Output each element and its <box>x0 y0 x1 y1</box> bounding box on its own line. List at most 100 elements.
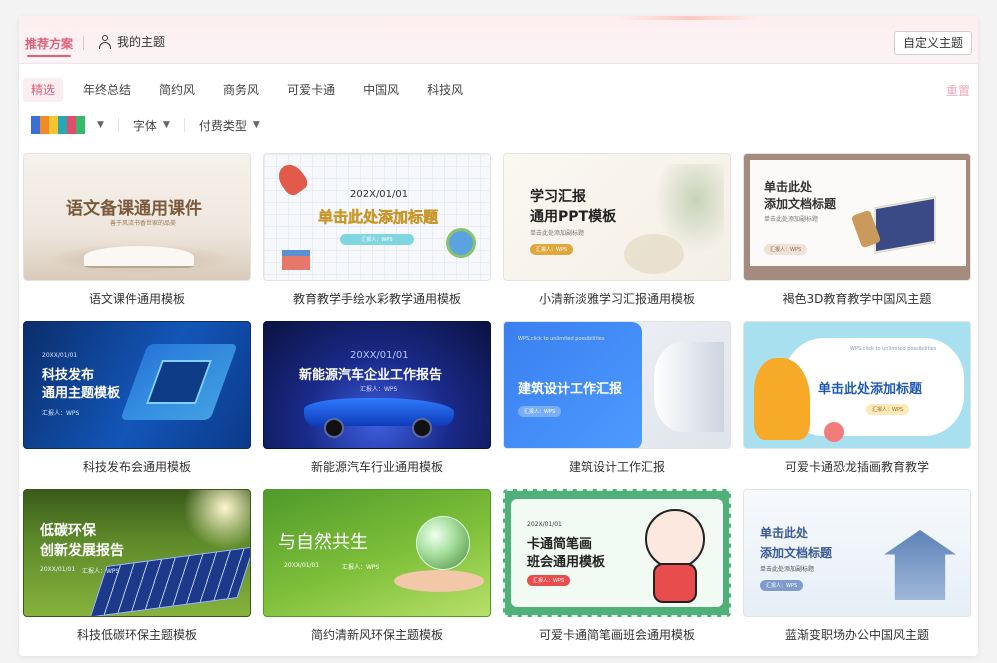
cartoon-character <box>645 509 705 569</box>
template-card[interactable]: 语文备课通用课件 善于风流书香世家的品美 语文课件通用模板 <box>23 153 251 306</box>
tab-divider <box>83 36 84 50</box>
pay-type-filter-chevron-down-icon[interactable]: ▼ <box>253 120 260 130</box>
template-caption[interactable]: 科技低碳环保主题模板 <box>23 626 251 643</box>
template-thumbnail[interactable]: 单击此处 添加文档标题 单击此处添加副标题 汇报人：WPS <box>743 153 971 281</box>
color-filter-chevron-down-icon[interactable]: ▼ <box>97 120 104 130</box>
color-swatch-green <box>76 116 85 134</box>
template-thumbnail[interactable]: 202X/01/01 卡通简笔画 班会通用模板 汇报人：WPS <box>503 489 731 617</box>
template-thumbnail[interactable]: 20XX/01/01 科技发布 通用主题模板 汇报人：WPS <box>23 321 251 449</box>
thumb-title: 单击此处 <box>760 526 809 540</box>
category-tab-year-end[interactable]: 年终总结 <box>75 78 139 102</box>
custom-theme-button[interactable]: 自定义主题 <box>893 31 972 55</box>
template-thumbnail[interactable]: 与自然共生 20XX/01/01 汇报人：WPS <box>263 489 491 617</box>
thumb-subtitle: 单击此处添加副标题 <box>764 216 819 223</box>
thumb-presenter: 汇报人：WPS <box>340 234 414 245</box>
category-tab-business[interactable]: 商务风 <box>215 78 267 102</box>
thumb-title-line2: 添加文档标题 <box>764 197 837 211</box>
template-card[interactable]: 202X/01/01 单击此处添加标题 汇报人：WPS 教育教学手绘水彩教学通用… <box>263 153 491 306</box>
template-caption[interactable]: 可爱卡通简笔画班会通用模板 <box>503 626 731 643</box>
template-card[interactable]: 与自然共生 20XX/01/01 汇报人：WPS 简约清新风环保主题模板 <box>263 489 491 642</box>
thumb-title: 低碳环保 <box>40 523 96 539</box>
thumb-date: 20XX/01/01 <box>350 350 409 361</box>
tab-my-themes[interactable]: 我的主题 <box>98 33 165 50</box>
theme-panel: 推荐方案 我的主题 自定义主题 精选 年终总结 简约风 商务风 可爱卡通 中国风… <box>19 16 978 656</box>
thumb-presenter: 汇报人：WPS <box>760 580 804 591</box>
thumb-title: 与自然共生 <box>278 532 368 553</box>
header-glow <box>619 16 759 20</box>
template-thumbnail[interactable]: WPS,click to unlimited possibilities 建筑设… <box>503 321 731 449</box>
thumb-title-line2: 班会通用模板 <box>527 555 606 570</box>
reset-button[interactable]: 重置 <box>946 82 970 99</box>
color-swatch-red <box>67 116 76 134</box>
thumb-date: 20XX/01/01 <box>42 352 78 359</box>
thumb-presenter: 汇报人：WPS <box>360 386 398 393</box>
thumb-date: 20XX/01/01 <box>40 566 76 573</box>
template-thumbnail[interactable]: 20XX/01/01 新能源汽车企业工作报告 汇报人：WPS <box>263 321 491 449</box>
hand-image <box>394 570 484 592</box>
category-tab-featured[interactable]: 精选 <box>23 78 64 102</box>
panel-header: 推荐方案 我的主题 自定义主题 <box>19 16 978 64</box>
template-card[interactable]: 20XX/01/01 科技发布 通用主题模板 汇报人：WPS 科技发布会通用模板 <box>23 321 251 474</box>
template-thumbnail[interactable]: 学习汇报 通用PPT模板 单击此处添加副标题 汇报人：WPS <box>503 153 731 281</box>
filter-bar: ▼ 字体 ▼ 付费类型 ▼ <box>31 115 260 135</box>
category-tab-chinese[interactable]: 中国风 <box>355 78 407 102</box>
template-caption[interactable]: 褐色3D教育教学中国风主题 <box>743 290 971 307</box>
template-caption[interactable]: 语文课件通用模板 <box>23 290 251 307</box>
category-tab-cartoon[interactable]: 可爱卡通 <box>279 78 343 102</box>
tab-my-themes-label: 我的主题 <box>117 35 166 49</box>
glass-globe-image <box>416 516 470 570</box>
thumb-subtitle: WPS,click to unlimited possibilities <box>850 346 937 352</box>
thumb-title: 建筑设计工作汇报 <box>518 382 623 397</box>
template-caption[interactable]: 教育教学手绘水彩教学通用模板 <box>263 290 491 307</box>
color-swatch-yellow <box>49 116 58 134</box>
template-thumbnail[interactable]: 语文备课通用课件 善于风流书香世家的品美 <box>23 153 251 281</box>
template-thumbnail[interactable]: 单击此处 添加文档标题 单击此处添加副标题 汇报人：WPS <box>743 489 971 617</box>
building-image <box>654 342 724 432</box>
thumb-title: 科技发布 <box>42 368 95 383</box>
font-filter-chevron-down-icon[interactable]: ▼ <box>163 120 170 130</box>
color-swatch-blue <box>31 116 40 134</box>
thumb-presenter: 汇报人：WPS <box>518 406 562 417</box>
thumb-title: 卡通简笔画 <box>527 537 593 552</box>
category-tab-tech[interactable]: 科技风 <box>419 78 471 102</box>
thumb-subtitle: 单击此处添加副标题 <box>760 566 815 573</box>
template-caption[interactable]: 蓝渐变职场办公中国风主题 <box>743 626 971 643</box>
template-thumbnail[interactable]: WPS,click to unlimited possibilities 单击此… <box>743 321 971 449</box>
thumb-title: 学习汇报 <box>530 189 586 205</box>
thumb-presenter: 汇报人：WPS <box>866 404 910 415</box>
template-thumbnail[interactable]: 202X/01/01 单击此处添加标题 汇报人：WPS <box>263 153 491 281</box>
template-card[interactable]: WPS,click to unlimited possibilities 单击此… <box>743 321 971 474</box>
thumb-presenter: 汇报人：WPS <box>82 568 120 575</box>
template-thumbnail[interactable]: 低碳环保 创新发展报告 20XX/01/01 汇报人：WPS <box>23 489 251 617</box>
template-card[interactable]: 20XX/01/01 新能源汽车企业工作报告 汇报人：WPS 新能源汽车行业通用… <box>263 321 491 474</box>
template-caption[interactable]: 新能源汽车行业通用模板 <box>263 458 491 475</box>
thumb-date: 202X/01/01 <box>527 521 562 528</box>
font-filter[interactable]: 字体 <box>133 117 157 134</box>
thumb-title-line2: 通用主题模板 <box>42 386 121 401</box>
template-card[interactable]: 单击此处 添加文档标题 单击此处添加副标题 汇报人：WPS 褐色3D教育教学中国… <box>743 153 971 306</box>
template-card[interactable]: 低碳环保 创新发展报告 20XX/01/01 汇报人：WPS 科技低碳环保主题模… <box>23 489 251 642</box>
thumb-title: 语文备课通用课件 <box>66 199 202 219</box>
rocket-icon <box>273 159 311 199</box>
thumb-title: 单击此处添加标题 <box>318 208 439 227</box>
template-card[interactable]: 单击此处 添加文档标题 单击此处添加副标题 汇报人：WPS 蓝渐变职场办公中国风… <box>743 489 971 642</box>
tab-recommended[interactable]: 推荐方案 <box>25 35 73 52</box>
thumb-date: 20XX/01/01 <box>284 562 320 569</box>
thumb-date: 202X/01/01 <box>350 189 409 200</box>
template-caption[interactable]: 科技发布会通用模板 <box>23 458 251 475</box>
thumb-presenter: 汇报人：WPS <box>527 575 571 586</box>
filter-divider <box>117 118 119 132</box>
pay-type-filter[interactable]: 付费类型 <box>199 117 247 134</box>
thumb-subtitle: 单击此处添加副标题 <box>530 230 585 237</box>
template-caption[interactable]: 可爱卡通恐龙插画教育教学 <box>743 458 971 475</box>
template-caption[interactable]: 小清新淡雅学习汇报通用模板 <box>503 290 731 307</box>
thumb-title: 单击此处 <box>764 180 813 194</box>
color-swatch-teal <box>58 116 67 134</box>
template-card[interactable]: 202X/01/01 卡通简笔画 班会通用模板 汇报人：WPS 可爱卡通简笔画班… <box>503 489 731 642</box>
template-card[interactable]: WPS,click to unlimited possibilities 建筑设… <box>503 321 731 474</box>
template-caption[interactable]: 建筑设计工作汇报 <box>503 458 731 475</box>
color-filter[interactable] <box>31 116 85 134</box>
template-card[interactable]: 学习汇报 通用PPT模板 单击此处添加副标题 汇报人：WPS 小清新淡雅学习汇报… <box>503 153 731 306</box>
category-tab-simple[interactable]: 简约风 <box>151 78 203 102</box>
template-caption[interactable]: 简约清新风环保主题模板 <box>263 626 491 643</box>
